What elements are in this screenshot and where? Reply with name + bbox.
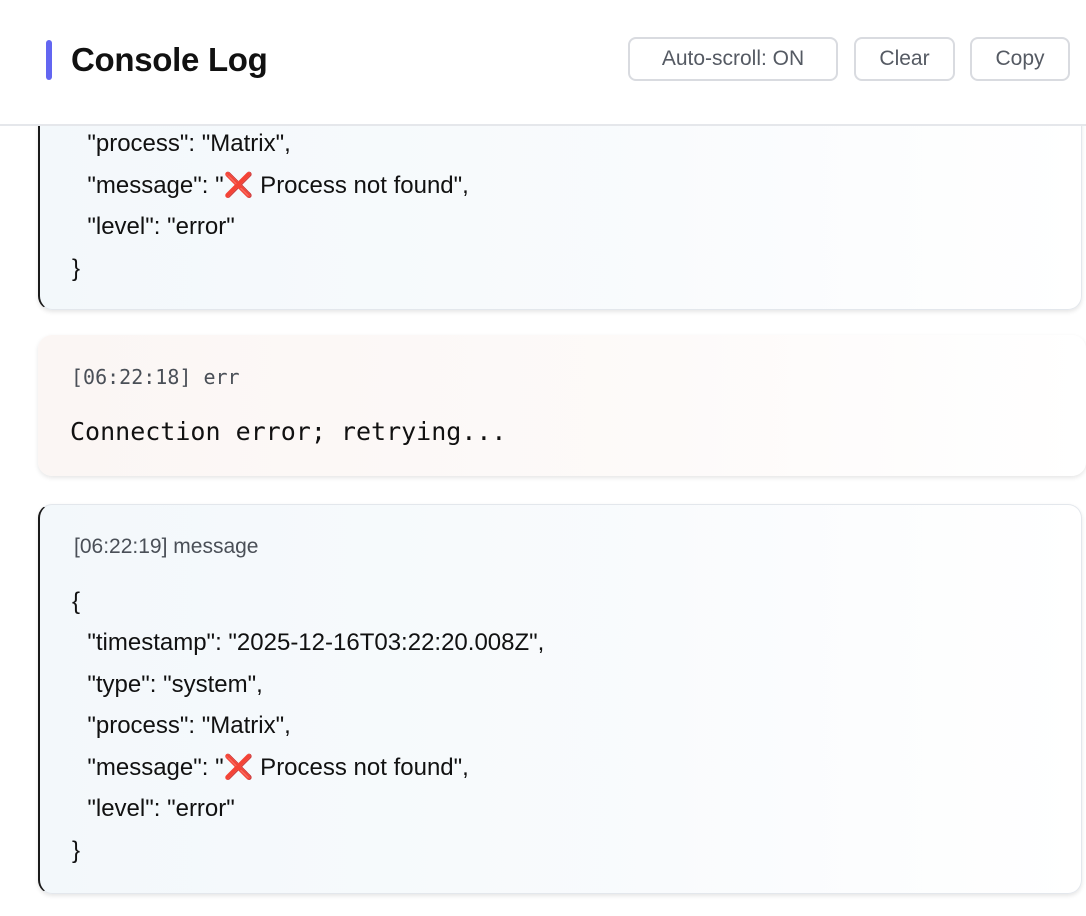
log-entry-meta: [06:22:19] message: [74, 535, 258, 559]
json-line-timestamp: "timestamp": "2025-12-16T03:22:20.008Z",: [74, 629, 545, 656]
log-entry-json: "process": "Matrix", "message": "❌ Proce…: [38, 126, 1082, 310]
log-entry-error: [06:22:18] err Connection error; retryin…: [38, 335, 1086, 476]
log-entry-meta: [06:22:18] err: [71, 365, 240, 389]
page-title: Console Log: [71, 41, 268, 78]
log-list[interactable]: "process": "Matrix", "message": "❌ Proce…: [0, 126, 1086, 916]
clear-button[interactable]: Clear: [854, 37, 955, 81]
json-line-process: "process": "Matrix",: [74, 130, 291, 157]
log-type: message: [173, 535, 259, 558]
error-x-icon: ❌: [223, 171, 254, 199]
console-header: Console Log Auto-scroll: ON Clear Copy: [0, 0, 1086, 126]
json-line-open: {: [72, 588, 81, 615]
error-x-icon: ❌: [223, 753, 254, 781]
autoscroll-toggle-button[interactable]: Auto-scroll: ON: [628, 37, 838, 81]
json-line-message: "message": "❌ Process not found",: [74, 753, 469, 781]
json-line-process: "process": "Matrix",: [74, 712, 291, 739]
log-type: err: [203, 365, 240, 389]
log-message-text: Connection error; retrying...: [70, 417, 507, 446]
json-line-level: "level": "error": [74, 213, 235, 240]
json-line-close: }: [72, 837, 81, 864]
log-entry-json: [06:22:19] message { "timestamp": "2025-…: [38, 504, 1082, 894]
json-line-level: "level": "error": [74, 795, 235, 822]
json-line-close: }: [72, 255, 81, 282]
copy-button[interactable]: Copy: [970, 37, 1070, 81]
log-timestamp: [06:22:19]: [74, 535, 168, 558]
json-line-message: "message": "❌ Process not found",: [74, 171, 469, 199]
log-timestamp: [06:22:18]: [71, 365, 192, 389]
json-line-type: "type": "system",: [74, 671, 263, 698]
title-accent-bar: [46, 40, 52, 80]
